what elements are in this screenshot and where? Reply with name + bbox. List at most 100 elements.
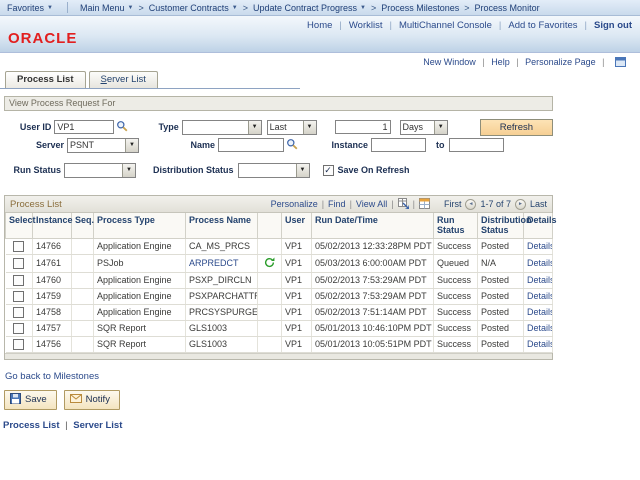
run-datetime-cell: 05/01/2013 10:46:10PM PDT [312,320,434,336]
row-select-checkbox[interactable]: ✓ [13,339,24,350]
col-distribution-status: Distribution Status [478,213,524,238]
details-link[interactable]: Details [527,241,553,251]
download-grid-icon[interactable] [398,198,409,211]
instance-cell: 14761 [33,254,72,272]
table-row: ✓ 14760 Application Engine PSXP_DIRCLN V… [6,272,553,288]
instance-to-input[interactable] [449,138,504,152]
new-window-link[interactable]: New Window [423,57,476,67]
breadcrumb-separator: > [243,3,248,13]
refresh-button[interactable]: Refresh [480,119,553,136]
chevron-down-icon: ▼ [434,121,447,134]
pager-range: 1-7 of 7 [480,199,511,209]
chevron-down-icon: ▼ [360,5,366,11]
process-type-cell: Application Engine [94,272,186,288]
view-all-link[interactable]: View All [356,199,387,209]
row-select-checkbox[interactable]: ✓ [13,258,24,269]
new-window-icon[interactable] [615,57,626,69]
add-to-favorites-link[interactable]: Add to Favorites [508,20,577,31]
process-table-body: ✓ 14766 Application Engine CA_MS_PRCS VP… [6,238,553,352]
tab-server-list[interactable]: Server List [89,71,158,88]
process-type-cell: Application Engine [94,304,186,320]
distribution-status-cell: Posted [478,320,524,336]
days-count-input[interactable] [335,120,391,134]
breadcrumb-update-contract-progress[interactable]: Update Contract Progress ▼ [253,3,366,13]
distribution-status-cell: Posted [478,238,524,254]
process-type-cell: Application Engine [94,288,186,304]
breadcrumb-process-monitor[interactable]: Process Monitor [475,3,540,13]
instance-cell: 14760 [33,272,72,288]
row-select-checkbox[interactable]: ✓ [13,241,24,252]
col-run-datetime: Run Date/Time [312,213,434,238]
breadcrumb-divider [67,2,68,13]
worklist-link[interactable]: Worklist [349,20,383,31]
details-link[interactable]: Details [527,323,553,333]
process-name-cell[interactable]: ARPREDCT [189,258,239,268]
server-select[interactable]: PSNT ▼ [67,138,139,153]
instance-label: Instance [312,140,368,150]
run-status-select[interactable]: ▼ [64,163,136,178]
user-cell: VP1 [282,272,312,288]
spreadsheet-icon[interactable] [419,198,430,211]
details-link[interactable]: Details [527,291,553,301]
user-cell: VP1 [282,336,312,352]
run-datetime-cell: 05/02/2013 7:53:29AM PDT [312,288,434,304]
run-datetime-cell: 05/02/2013 7:53:29AM PDT [312,272,434,288]
name-input[interactable] [218,138,284,152]
row-select-checkbox[interactable]: ✓ [13,323,24,334]
row-select-checkbox[interactable]: ✓ [13,291,24,302]
distribution-status-select[interactable]: ▼ [238,163,310,178]
row-select-checkbox[interactable]: ✓ [13,275,24,286]
refresh-icon[interactable] [264,257,275,270]
days-unit-select[interactable]: Days ▼ [400,120,448,135]
row-select-checkbox[interactable]: ✓ [13,307,24,318]
tab-process-list[interactable]: Process List [5,71,86,88]
find-link[interactable]: Find [328,199,346,209]
instance-from-input[interactable] [371,138,426,152]
breadcrumb-process-milestones[interactable]: Process Milestones [381,3,459,13]
process-table-header-row: Select Instance Seq. Process Type Proces… [6,213,553,238]
floppy-disk-icon [10,393,21,407]
breadcrumb-main-menu[interactable]: Main Menu ▼ [80,3,133,13]
user-id-lookup-icon[interactable] [116,120,128,134]
bottom-process-list-link[interactable]: Process List [3,420,60,431]
name-lookup-icon[interactable] [286,138,298,152]
multichannel-console-link[interactable]: MultiChannel Console [399,20,492,31]
distribution-status-cell: Posted [478,288,524,304]
home-link[interactable]: Home [307,20,332,31]
breadcrumb: Favorites ▼ Main Menu ▼ > Customer Contr… [0,0,640,16]
bottom-server-list-link[interactable]: Server List [73,420,122,431]
process-name-cell: PSXPARCHATTR [189,291,258,301]
chevron-down-icon: ▼ [232,5,238,11]
run-status-cell: Success [434,320,478,336]
details-link[interactable]: Details [527,339,553,349]
details-link[interactable]: Details [527,275,553,285]
details-link[interactable]: Details [527,258,553,268]
process-list-grid: Process List Personalize | Find | View A… [4,195,553,360]
grid-pager: First ◄ 1-7 of 7 ► Last [444,199,547,210]
chevron-down-icon: ▼ [128,5,134,11]
user-cell: VP1 [282,238,312,254]
run-datetime-cell: 05/02/2013 7:51:14AM PDT [312,304,434,320]
pager-previous-icon[interactable]: ◄ [465,199,476,210]
type-select[interactable]: ▼ [182,120,262,135]
favorites-menu[interactable]: Favorites ▼ [7,3,53,13]
app-header: ORACLE Home | Worklist | MultiChannel Co… [0,16,640,53]
personalize-link[interactable]: Personalize [271,199,318,209]
save-button[interactable]: Save [4,390,57,410]
col-process-name: Process Name [186,213,258,238]
name-label: Name [169,140,215,150]
sign-out-link[interactable]: Sign out [594,20,632,31]
breadcrumb-customer-contracts[interactable]: Customer Contracts ▼ [149,3,238,13]
user-cell: VP1 [282,254,312,272]
personalize-page-link[interactable]: Personalize Page [525,57,596,67]
run-status-cell: Success [434,336,478,352]
pager-next-icon[interactable]: ► [515,199,526,210]
notify-button[interactable]: Notify [64,390,120,410]
details-link[interactable]: Details [527,307,553,317]
chevron-down-icon: ▼ [303,121,316,134]
save-on-refresh-checkbox[interactable]: ✓ [323,165,334,176]
help-link[interactable]: Help [491,57,510,67]
user-id-input[interactable] [54,120,114,134]
last-select[interactable]: Last ▼ [267,120,317,135]
go-back-to-milestones-link[interactable]: Go back to Milestones [5,371,99,382]
